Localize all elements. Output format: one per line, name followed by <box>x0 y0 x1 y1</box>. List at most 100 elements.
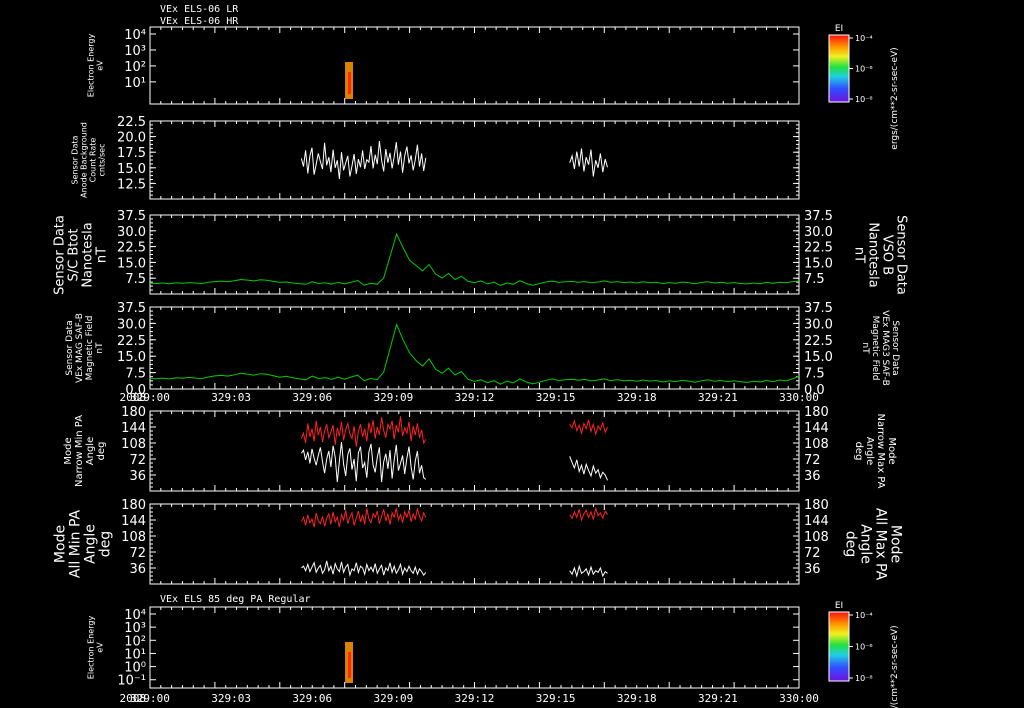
narrow-min-pa-line <box>300 442 427 483</box>
y-tick-label: 144 <box>121 421 146 436</box>
panel3-ylabel-line: nT <box>95 247 110 263</box>
narrow-max-pa-line <box>569 418 608 437</box>
header-line-2: VEx ELS-06 HR <box>160 16 239 27</box>
y-tick-label-right: 7.5 <box>804 367 825 382</box>
panel4-ylabel: Sensor Data VEx MAG SAF-B Magnetic Field nT <box>65 313 105 383</box>
panel6-ylabel-right-line: deg <box>843 531 859 557</box>
panel5-ylabel: Mode Narrow Min PA Angle deg <box>63 415 107 487</box>
panel3-ylabel-right-line: VSO B <box>879 235 894 275</box>
y-tick-label: 10⁻¹ <box>117 674 146 689</box>
panel6-ylabel-right-line: Mode <box>888 525 904 563</box>
x-tick-label: 330:00 <box>779 391 819 404</box>
y-tick-label-right: 7.5 <box>804 272 825 287</box>
colorbar-bottom-bar <box>828 611 850 682</box>
panel6-frame <box>149 503 800 585</box>
panel7-ylabel-line: eV <box>95 642 104 653</box>
y-tick-label: 12.5 <box>117 177 146 192</box>
panel3-ylabel: Sensor Data S/C Btot Nanotesla nT <box>53 215 110 295</box>
y-tick-label: 22.5 <box>117 115 146 130</box>
x-tick-label: 329:18 <box>617 692 657 705</box>
y-tick-label-right: 144 <box>804 421 829 436</box>
y-tick-label: 20.0 <box>117 131 146 146</box>
colorbar-top-title: EI <box>835 24 843 34</box>
y-tick-label: 37.5 <box>117 209 146 224</box>
x-tick-label: 329:12 <box>455 391 495 404</box>
panel1-ylabel-line: eV <box>95 60 104 71</box>
count-rate-line <box>569 148 608 177</box>
y-tick-label: 22.5 <box>117 334 146 349</box>
panel5-ylabel-right-line: Narrow Max PA <box>875 414 886 489</box>
spectrogram-feature-core <box>348 652 352 678</box>
panel6-ylabel-right-line: All Max PA <box>873 508 889 581</box>
all-max-pa-line <box>569 506 608 522</box>
y-tick-label: 15.0 <box>117 256 146 271</box>
panel3-ylabel-right-line: Nanotesla <box>865 222 880 287</box>
panel5-frame <box>149 410 800 492</box>
y-tick-label: 144 <box>121 514 146 529</box>
panel3-ylabel-line: S/C Btot <box>67 229 82 282</box>
colorbar-bottom-unit: ergs/(cm**2-sr-sec-eV) <box>890 625 900 708</box>
colorbar-bottom-title: EI <box>835 601 843 611</box>
panel5-ylabel-right-line: deg <box>853 442 864 461</box>
y-tick-label: 72 <box>129 453 146 468</box>
colorbar-tick-label: 10⁻⁴ <box>855 611 873 620</box>
panel2-ylabel-line: Anode Background <box>79 122 88 198</box>
y-tick-label-right: 144 <box>804 514 829 529</box>
panel3-ylabel-line: Sensor Data <box>53 215 68 295</box>
y-tick-label: 180 <box>121 405 146 420</box>
narrow-max-pa-line <box>300 416 427 447</box>
y-tick-label: 30.0 <box>117 225 146 240</box>
panel4-ylabel-right-line: nT <box>860 342 870 354</box>
y-tick-label: 108 <box>121 530 146 545</box>
y-tick-label: 7.5 <box>125 272 146 287</box>
spectrogram-feature-core <box>348 72 352 94</box>
panel4-ylabel-right-line: Magnetic Field <box>870 316 880 381</box>
y-tick-label-right: 108 <box>804 437 829 452</box>
y-tick-label-right: 37.5 <box>804 209 833 224</box>
panel5-ylabel-right-line: Angle <box>864 437 875 465</box>
x-tick-label: 329:15 <box>536 692 576 705</box>
header-line-1: VEx ELS-06 LR <box>160 4 239 15</box>
x-tick-label: 329:15 <box>536 391 576 404</box>
panel1-ylabel: Electron Energy eV <box>86 34 104 98</box>
all-min-pa-line <box>301 560 427 578</box>
y-tick-label: 30.0 <box>117 317 146 332</box>
y-tick-label-right: 36 <box>804 562 821 577</box>
y-tick-label: 108 <box>121 437 146 452</box>
y-tick-label: 10³ <box>124 44 146 59</box>
panel2-ylabel: Sensor Data Anode Background Count Rate cnt… <box>70 122 106 198</box>
y-tick-label-right: 72 <box>804 453 821 468</box>
panel4-ylabel-right: Sensor DataVEx MAG3 SAF-BMagnetic Fieldn… <box>860 310 900 386</box>
y-tick-label-right: 15.0 <box>804 256 833 271</box>
panel4-ylabel-line: Magnetic Field <box>85 316 95 381</box>
y-tick-label: 7.5 <box>125 367 146 382</box>
panel4-frame <box>149 306 800 390</box>
colorbar-tick-label: 10⁻⁶ <box>855 65 873 74</box>
y-tick-label: 37.5 <box>117 301 146 316</box>
panel3-ylabel-right-line: nT <box>851 247 866 263</box>
y-tick-label: 22.5 <box>117 241 146 256</box>
count-rate-line <box>300 140 427 180</box>
panel5-ylabel-line: Mode <box>63 437 74 464</box>
y-tick-label-right: 22.5 <box>804 334 833 349</box>
y-tick-label: 15.0 <box>117 350 146 365</box>
panel6-ylabel: Mode All Min PA Angle deg <box>52 509 113 578</box>
panel6-ylabel-line: All Min PA <box>67 509 83 578</box>
panel6-ylabel-line: Angle <box>82 524 98 564</box>
x-tick-label: 329:09 <box>374 391 414 404</box>
x-tick-label: 329:21 <box>698 692 738 705</box>
panel6-ylabel-right-line: Angle <box>858 524 874 564</box>
colorbar-tick-label: 10⁻⁸ <box>855 674 873 683</box>
y-tick-label-right: 180 <box>804 498 829 513</box>
panel6-ylabel-line: Mode <box>52 525 68 563</box>
y-tick-label-right: 30.0 <box>804 317 833 332</box>
colorbar-tick-label: 10⁻⁶ <box>855 643 873 652</box>
panel5-ylabel-right-line: Mode <box>886 437 897 464</box>
colorbar-unit-label: ergs/(cm**2-sr-sec-eV) <box>890 47 900 149</box>
mag-line <box>149 322 800 385</box>
x-tick-label: 329:03 <box>211 692 251 705</box>
panel6-ylabel-right: ModeAll Max PAAngledeg <box>843 508 904 581</box>
panel5-ylabel-line: Angle <box>85 437 96 465</box>
y-tick-label: 72 <box>129 546 146 561</box>
y-tick-label-right: 22.5 <box>804 241 833 256</box>
